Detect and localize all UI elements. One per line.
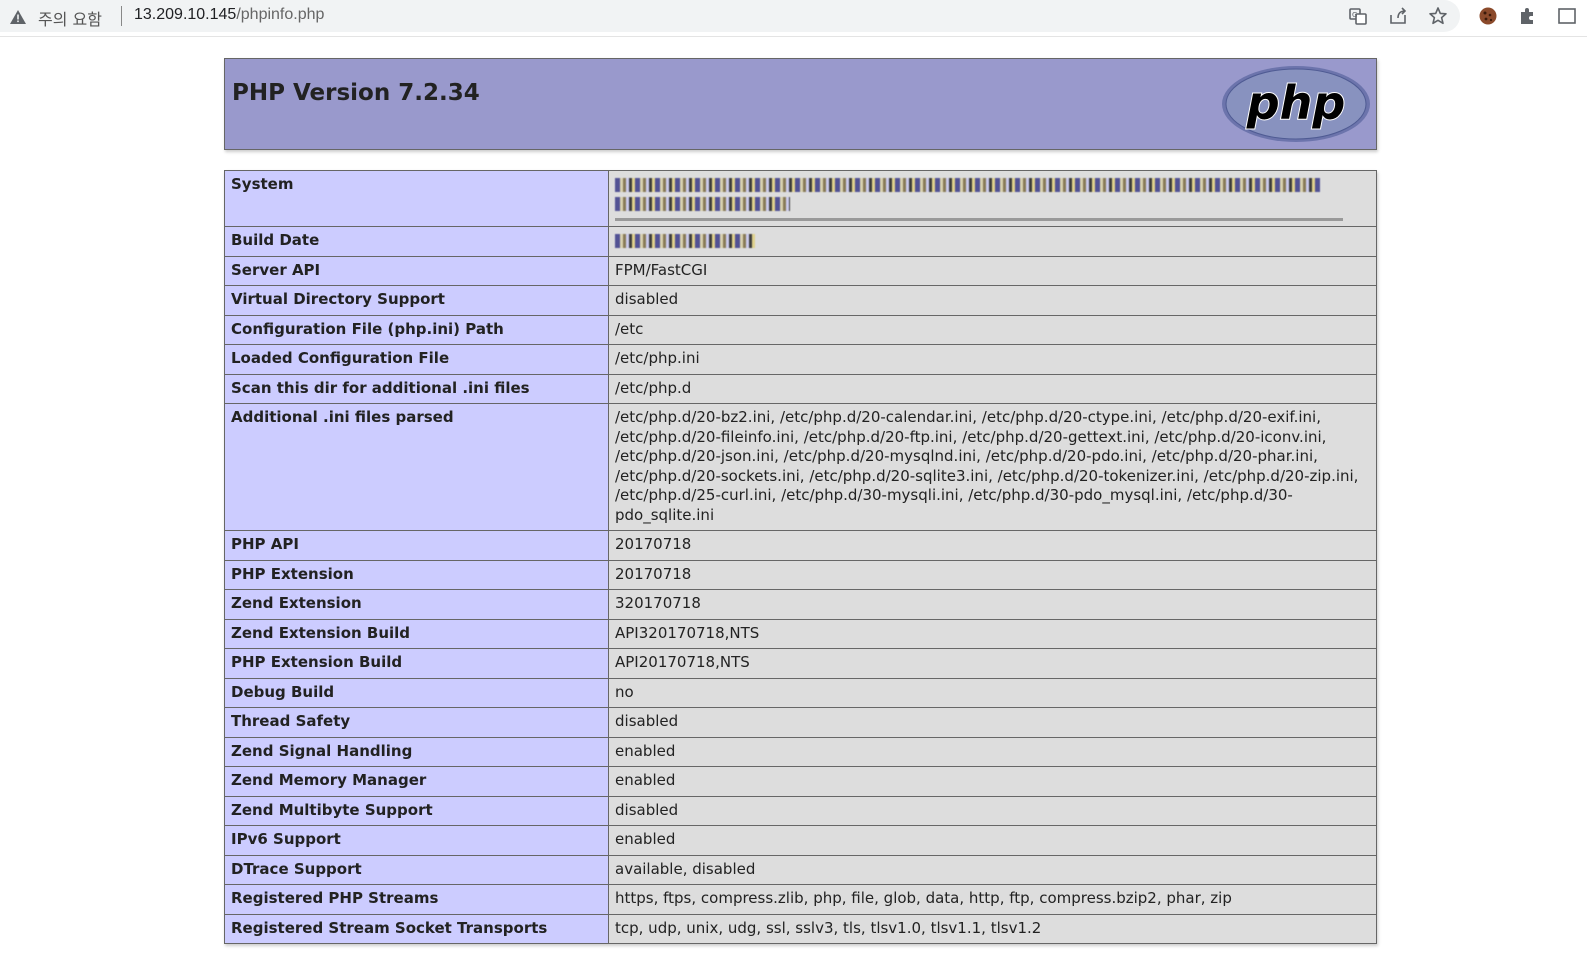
table-row: Loaded Configuration File/etc/php.ini	[224, 344, 1377, 375]
table-row: Zend Signal Handling enabled	[224, 736, 1377, 767]
table-row: Zend Multibyte Support disabled	[224, 795, 1377, 826]
info-table: System Build Date Server API FPM/FastCGI Vir…	[224, 170, 1377, 944]
row-value: tcp, udp, unix, udg, ssl, sslv3, tls, tl…	[608, 913, 1377, 944]
row-label: Zend Multibyte Support	[224, 795, 609, 826]
table-row: Registered PHP Streams https, ftps, compr…	[224, 884, 1377, 915]
browser-toolbar: 주의 요함 13.209.10.145/phpinfo.php G	[0, 0, 1587, 37]
php-logo-text: php	[1246, 76, 1346, 130]
table-row: Registered Stream Socket Transports tcp, …	[224, 913, 1377, 944]
row-label: Registered Stream Socket Transports	[224, 913, 609, 944]
row-value: API320170718,NTS	[608, 618, 1377, 649]
row-label: System	[224, 170, 609, 227]
row-value: /etc/php.d	[608, 373, 1377, 404]
url-path: /phpinfo.php	[236, 6, 325, 23]
redacted-text	[615, 233, 755, 248]
warning-icon[interactable]	[10, 9, 26, 24]
row-value: enabled	[608, 766, 1377, 797]
row-label: PHP API	[224, 530, 609, 561]
row-value: 20170718	[608, 530, 1377, 561]
table-row: Build Date	[224, 226, 1377, 257]
table-row: Server API FPM/FastCGI	[224, 255, 1377, 286]
star-icon[interactable]	[1428, 6, 1448, 26]
row-value: FPM/FastCGI	[608, 255, 1377, 286]
row-label: Server API	[224, 255, 609, 286]
row-label: DTrace Support	[224, 854, 609, 885]
row-label: Configuration File (php.ini) Path	[224, 314, 609, 345]
row-value: disabled	[608, 285, 1377, 316]
url-text[interactable]: 13.209.10.145/phpinfo.php	[134, 6, 324, 24]
row-value: available, disabled	[608, 854, 1377, 885]
row-value: 320170718	[608, 589, 1377, 620]
table-row: PHP Extension Build API20170718,NTS	[224, 648, 1377, 679]
row-value: https, ftps, compress.zlib, php, file, g…	[608, 884, 1377, 915]
row-value: API20170718,NTS	[608, 648, 1377, 679]
table-row: Debug Build no	[224, 677, 1377, 708]
svg-text:G: G	[1352, 11, 1357, 19]
php-logo[interactable]: php	[1221, 64, 1371, 144]
sidepanel-icon[interactable]	[1557, 6, 1577, 26]
extensions-icon[interactable]	[1517, 6, 1537, 26]
table-row: Zend Extension 320170718	[224, 589, 1377, 620]
table-row: Configuration File (php.ini) Path/etc	[224, 314, 1377, 345]
page-title: PHP Version 7.2.34	[232, 80, 480, 106]
row-label: PHP Extension	[224, 559, 609, 590]
phpinfo-container: PHP Version 7.2.34 php System Build Date S…	[224, 58, 1377, 944]
redacted-text	[615, 197, 790, 211]
row-value: disabled	[608, 707, 1377, 738]
security-status-label[interactable]: 주의 요함	[38, 6, 102, 30]
table-row: Zend Memory Manager enabled	[224, 766, 1377, 797]
row-label: Additional .ini files parsed	[224, 403, 609, 531]
table-row: System	[224, 170, 1377, 227]
row-value: /etc/php.ini	[608, 344, 1377, 375]
row-value: disabled	[608, 795, 1377, 826]
translate-icon[interactable]: G	[1348, 6, 1368, 26]
row-label: Scan this dir for additional .ini files	[224, 373, 609, 404]
row-value: 20170718	[608, 559, 1377, 590]
row-value-redacted	[608, 170, 1377, 227]
row-label: IPv6 Support	[224, 825, 609, 856]
share-icon[interactable]	[1388, 6, 1408, 26]
table-row: DTrace Support available, disabled	[224, 854, 1377, 885]
row-label: Thread Safety	[224, 707, 609, 738]
table-row: Thread Safety disabled	[224, 707, 1377, 738]
table-row: Additional .ini files parsed/etc/php.d/2…	[224, 403, 1377, 531]
row-label: PHP Extension Build	[224, 648, 609, 679]
row-label: Registered PHP Streams	[224, 884, 609, 915]
row-label: Debug Build	[224, 677, 609, 708]
table-row: PHP Extension 20170718	[224, 559, 1377, 590]
row-value-redacted	[608, 226, 1377, 257]
row-label: Loaded Configuration File	[224, 344, 609, 375]
row-value: /etc	[608, 314, 1377, 345]
row-value: enabled	[608, 825, 1377, 856]
row-value: /etc/php.d/20-bz2.ini, /etc/php.d/20-cal…	[608, 403, 1377, 531]
row-label: Zend Extension	[224, 589, 609, 620]
address-separator	[121, 6, 122, 26]
row-value: no	[608, 677, 1377, 708]
table-row: Virtual Directory Support disabled	[224, 285, 1377, 316]
url-host: 13.209.10.145	[134, 6, 237, 23]
horizontal-scrollbar[interactable]	[615, 218, 1343, 221]
row-label: Zend Extension Build	[224, 618, 609, 649]
cookie-icon[interactable]	[1478, 6, 1498, 26]
row-label: Build Date	[224, 226, 609, 257]
table-row: Zend Extension Build API320170718,NTS	[224, 618, 1377, 649]
row-label: Zend Signal Handling	[224, 736, 609, 767]
row-label: Virtual Directory Support	[224, 285, 609, 316]
table-row: Scan this dir for additional .ini files /…	[224, 373, 1377, 404]
table-row: IPv6 Support enabled	[224, 825, 1377, 856]
table-row: PHP API 20170718	[224, 530, 1377, 561]
php-version-header: PHP Version 7.2.34 php	[224, 58, 1377, 150]
redacted-text	[615, 177, 1320, 192]
address-bar[interactable]: 주의 요함 13.209.10.145/phpinfo.php G	[0, 0, 1460, 32]
row-value: enabled	[608, 736, 1377, 767]
row-label: Zend Memory Manager	[224, 766, 609, 797]
